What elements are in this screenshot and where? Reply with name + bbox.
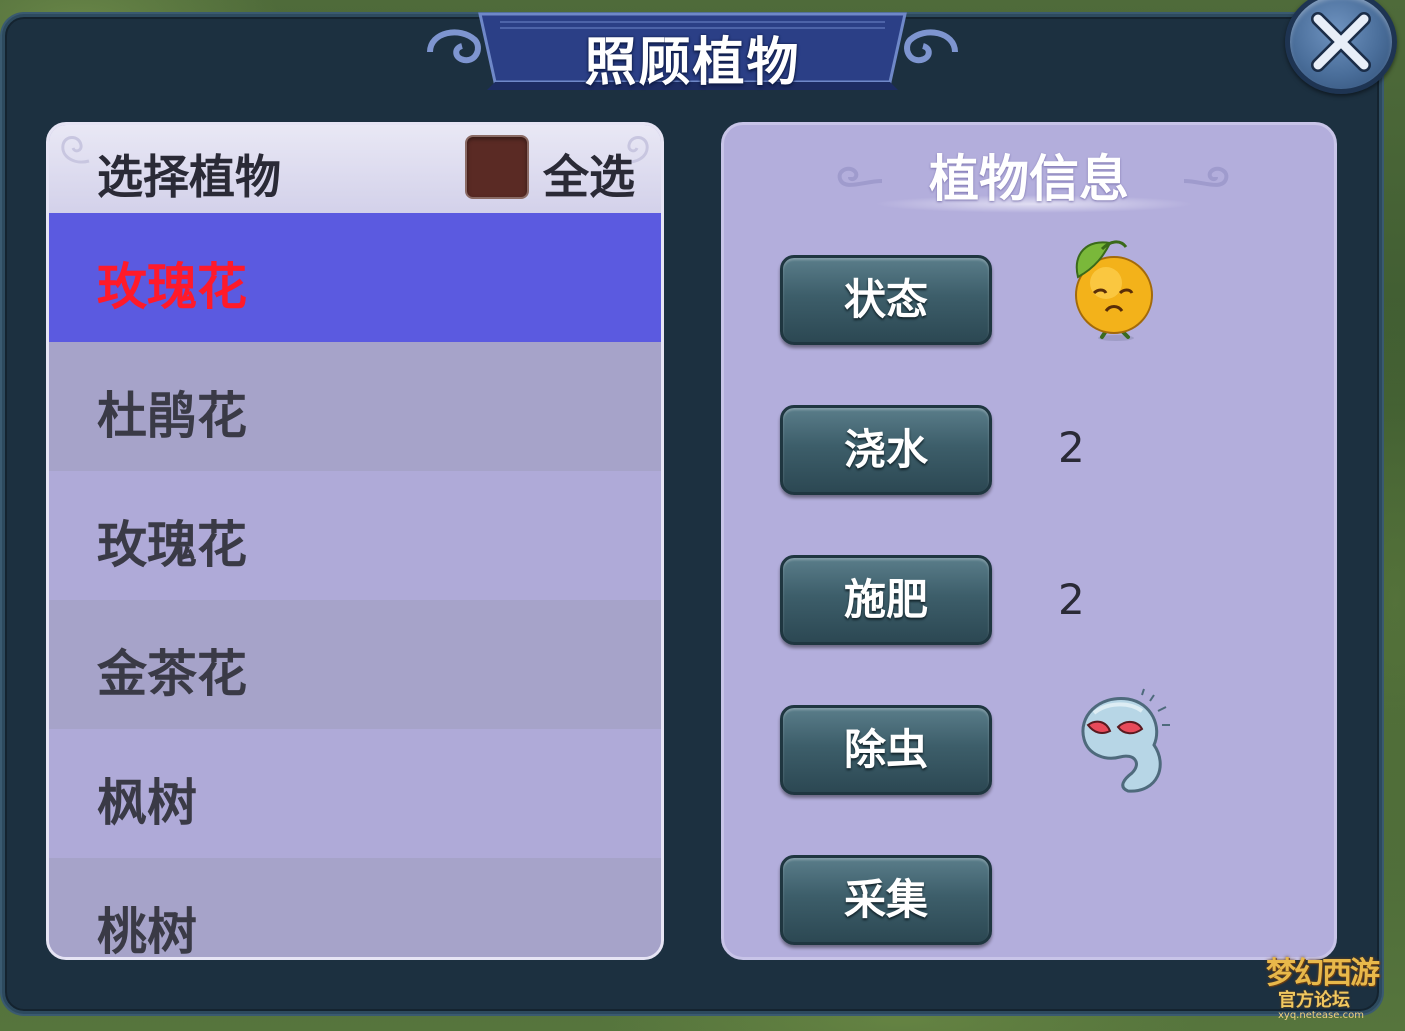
harvest-button[interactable]: 采集 <box>780 855 992 945</box>
plant-list-item[interactable]: 玫瑰花 <box>49 471 661 600</box>
plant-name: 杜鹃花 <box>97 387 247 445</box>
water-count: 2 <box>1058 423 1085 472</box>
plant-select-panel: 选择植物 全选 玫瑰花 杜鹃花 玫瑰花 金茶花 枫树 桃树 <box>46 122 664 960</box>
plant-info-title: 植物信息 <box>929 150 1129 208</box>
plant-name: 桃树 <box>97 903 197 960</box>
plant-list-item[interactable]: 桃树 <box>49 858 661 960</box>
fertilize-button[interactable]: 施肥 <box>780 555 992 645</box>
plant-list: 玫瑰花 杜鹃花 玫瑰花 金茶花 枫树 桃树 <box>49 213 661 960</box>
watermark-sub-text: 官方论坛 <box>1278 990 1350 1011</box>
worm-pest-icon <box>1081 688 1170 793</box>
plant-name: 玫瑰花 <box>97 516 247 574</box>
watermark-url: xyq.netease.com <box>1278 1010 1364 1021</box>
plant-list-item[interactable]: 金茶花 <box>49 600 661 729</box>
select-all-checkbox[interactable] <box>465 135 529 199</box>
plant-select-header: 选择植物 全选 <box>49 125 661 213</box>
plant-list-item[interactable]: 枫树 <box>49 729 661 858</box>
sad-fruit-status-icon <box>1075 240 1153 341</box>
remove-pests-button[interactable]: 除虫 <box>780 705 992 795</box>
corner-swirl-icon <box>61 136 90 164</box>
dialog-title: 照顾植物 <box>584 33 801 93</box>
title-banner: 照顾植物 <box>420 6 965 93</box>
plant-name: 金茶花 <box>97 645 247 703</box>
select-all-label[interactable]: 全选 <box>543 141 635 207</box>
forum-logo-watermark: 梦幻西游 官方论坛 xyq.netease.com <box>1258 944 1396 1028</box>
plant-list-item[interactable]: 杜鹃花 <box>49 342 661 471</box>
close-x-icon <box>1311 12 1371 72</box>
fertilize-count: 2 <box>1058 575 1085 624</box>
water-button[interactable]: 浇水 <box>780 405 992 495</box>
plant-info-panel: 植物信息 状态 浇水 2 施肥 2 除虫 采集 <box>721 122 1337 960</box>
plant-list-item[interactable]: 玫瑰花 <box>49 213 661 342</box>
status-button[interactable]: 状态 <box>780 255 992 345</box>
plant-name: 玫瑰花 <box>97 258 247 316</box>
select-plant-label: 选择植物 <box>97 150 281 204</box>
plant-name: 枫树 <box>97 774 197 832</box>
